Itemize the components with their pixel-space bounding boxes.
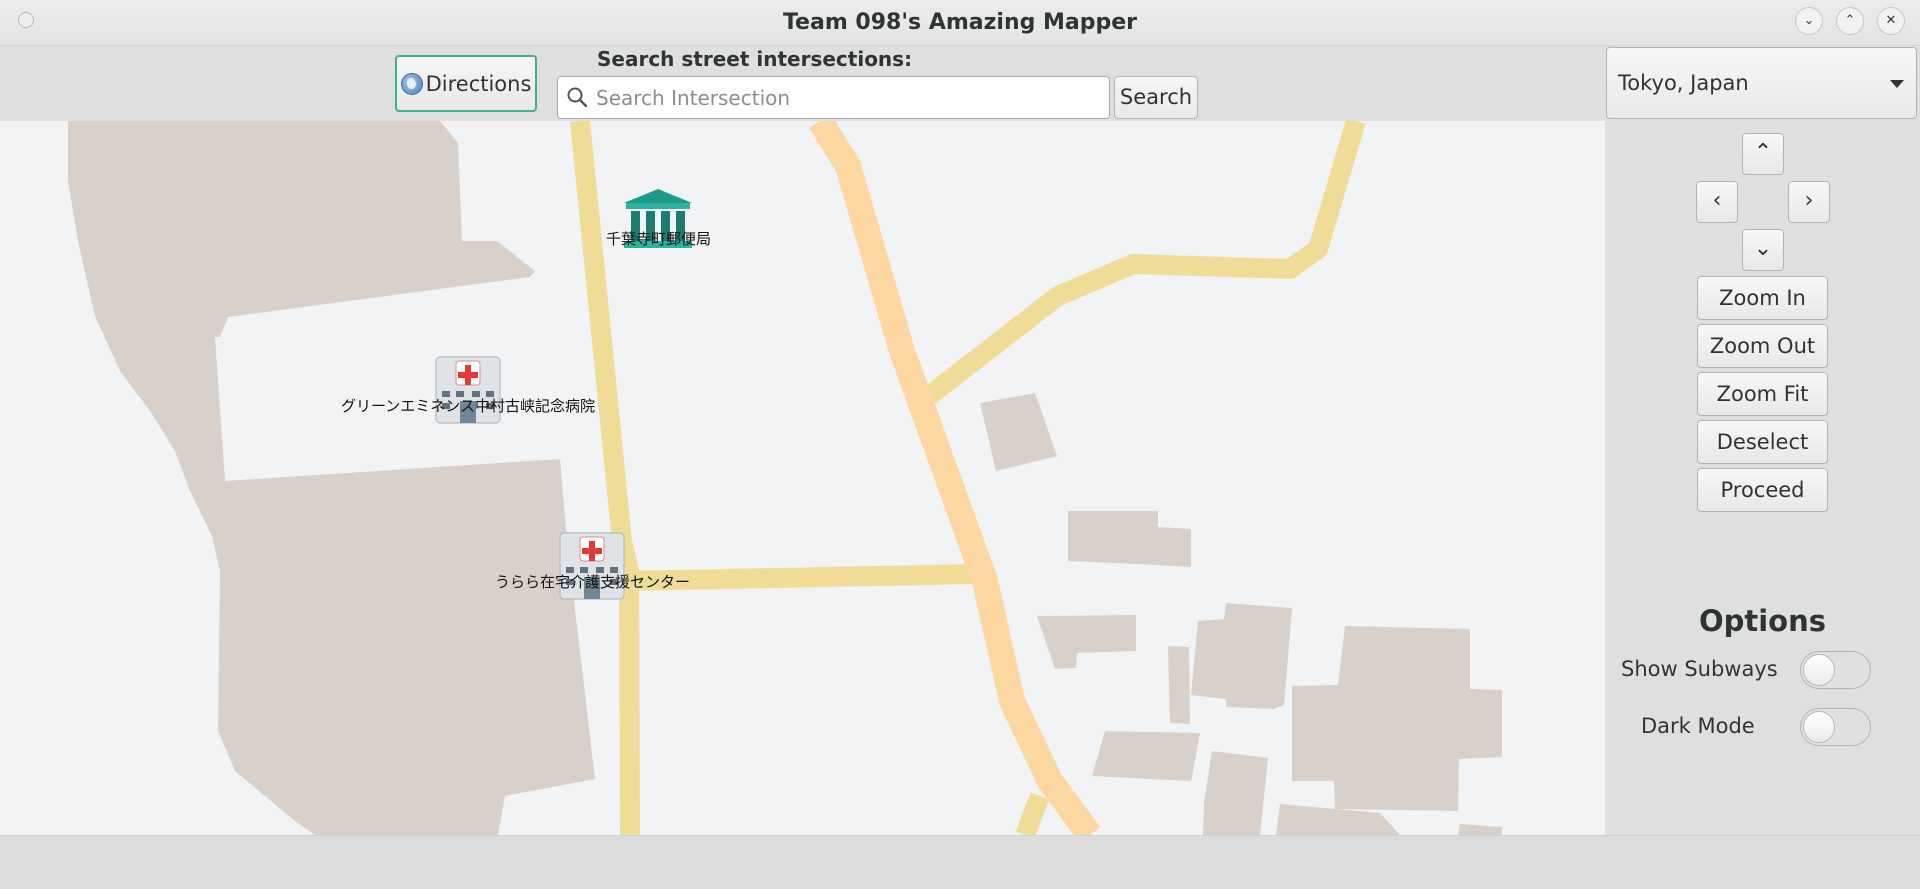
deselect-button[interactable]: Deselect bbox=[1697, 420, 1828, 464]
title-bar: Team 098's Amazing Mapper ⌄ ⌃ ✕ bbox=[0, 0, 1920, 46]
show-subways-label: Show Subways bbox=[1621, 657, 1778, 681]
map-select-value: Tokyo, Japan bbox=[1618, 71, 1749, 95]
building bbox=[1068, 511, 1191, 567]
dropdown-arrow-icon bbox=[1890, 80, 1904, 88]
zoom-out-button[interactable]: Zoom Out bbox=[1697, 324, 1828, 368]
proceed-button[interactable]: Proceed bbox=[1697, 468, 1828, 512]
map-canvas[interactable]: 千葉寺町郵便局 グリーンエミネンス中村古峡記念病院 うらら在宅介護支援センター bbox=[0, 121, 1605, 835]
map-drawing[interactable] bbox=[0, 121, 1605, 835]
window-title: Team 098's Amazing Mapper bbox=[782, 10, 1138, 35]
show-subways-toggle[interactable] bbox=[1800, 651, 1871, 689]
search-field[interactable] bbox=[557, 76, 1110, 119]
left-chevron-icon: ‹ bbox=[1712, 188, 1722, 213]
status-bar bbox=[0, 835, 1920, 889]
pan-left-button[interactable]: ‹ bbox=[1696, 181, 1738, 223]
minor-road bbox=[918, 121, 1366, 407]
zoom-fit-button[interactable]: Zoom Fit bbox=[1697, 372, 1828, 416]
building bbox=[1037, 615, 1136, 669]
building bbox=[1191, 603, 1292, 709]
major-roads bbox=[808, 121, 1101, 835]
poi-label-hospital[interactable]: グリーンエミネンス中村古峡記念病院 bbox=[341, 395, 595, 416]
dark-mode-toggle[interactable] bbox=[1800, 708, 1871, 746]
up-chevron-icon: ⌃ bbox=[1753, 140, 1773, 165]
minor-road bbox=[1015, 792, 1050, 835]
down-chevron-icon: ⌄ bbox=[1753, 236, 1773, 261]
building bbox=[1203, 751, 1268, 835]
search-button[interactable]: Search bbox=[1114, 76, 1198, 119]
poi-label-care-center[interactable]: うらら在宅介護支援センター bbox=[495, 571, 690, 592]
pan-up-button[interactable]: ⌃ bbox=[1742, 133, 1784, 175]
directions-button[interactable]: Directions bbox=[395, 55, 537, 112]
toggle-knob bbox=[1803, 654, 1835, 686]
directions-label: Directions bbox=[425, 71, 532, 96]
building bbox=[1292, 626, 1502, 811]
globe-icon bbox=[400, 72, 423, 95]
building bbox=[68, 121, 595, 835]
maximize-icon[interactable]: ⌃ bbox=[1836, 7, 1864, 35]
toggle-knob bbox=[1803, 711, 1835, 743]
right-chevron-icon: › bbox=[1804, 188, 1814, 213]
building bbox=[980, 393, 1057, 471]
pan-down-button[interactable]: ⌄ bbox=[1742, 229, 1784, 271]
pan-right-button[interactable]: › bbox=[1788, 181, 1830, 223]
search-icon bbox=[567, 87, 588, 108]
major-road bbox=[808, 121, 1101, 835]
minimize-icon[interactable]: ⌄ bbox=[1795, 7, 1823, 35]
poi-label-post-office[interactable]: 千葉寺町郵便局 bbox=[606, 228, 711, 249]
search-label: Search street intersections: bbox=[597, 47, 913, 71]
zoom-in-button[interactable]: Zoom In bbox=[1697, 276, 1828, 320]
close-icon[interactable]: ✕ bbox=[1877, 7, 1905, 35]
top-toolbar: Directions Search street intersections: … bbox=[0, 46, 1605, 121]
building bbox=[1458, 824, 1502, 835]
dark-mode-label: Dark Mode bbox=[1641, 714, 1755, 738]
search-input[interactable] bbox=[596, 82, 1096, 114]
building bbox=[1092, 731, 1200, 781]
building bbox=[1168, 646, 1190, 724]
map-select-dropdown[interactable]: Tokyo, Japan bbox=[1606, 47, 1917, 119]
buildings bbox=[68, 121, 1502, 835]
options-title: Options bbox=[1698, 604, 1827, 638]
